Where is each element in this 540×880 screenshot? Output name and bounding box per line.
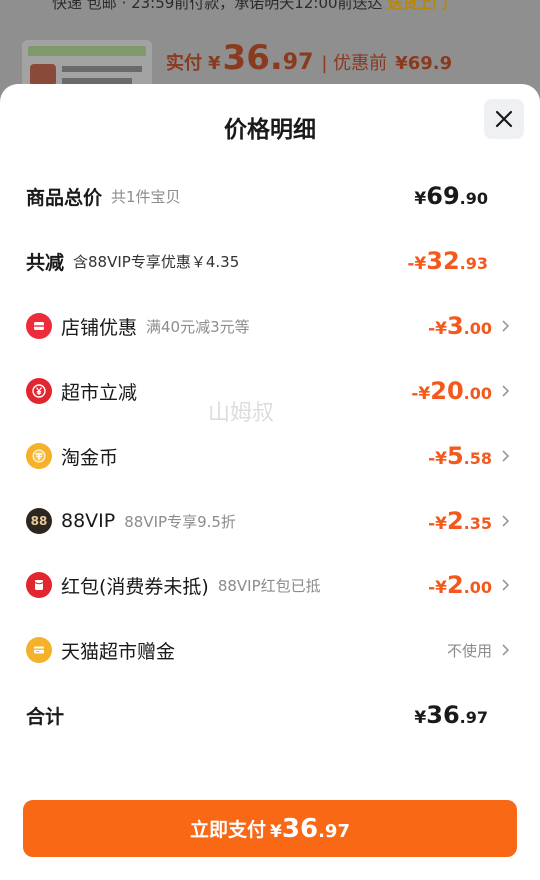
- pay-button-label: 立即支付: [190, 819, 267, 841]
- pay-button-amount: ¥36.97: [270, 813, 350, 844]
- chevron-right-icon: [502, 450, 510, 462]
- before-discount-amount: ¥69.9: [395, 53, 453, 74]
- goods-total-label: 商品总价: [26, 186, 103, 209]
- chevron-right-icon: [502, 515, 510, 527]
- chevron-right-icon: [502, 644, 510, 656]
- store-coupon-icon: [26, 313, 52, 339]
- goods-count-label: 共1件宝贝: [111, 187, 181, 206]
- row-total-reduction: 共减 含88VIP专享优惠￥4.35 -¥ 32.93: [26, 241, 512, 281]
- paid-summary: 实付 ¥ 36. 97 | 优惠前 ¥69.9: [166, 38, 452, 78]
- red-envelope-amount: -¥ 2.00: [428, 571, 492, 599]
- row-88vip[interactable]: 88 88VIP 88VIP专享9.5折 -¥ 2.35: [26, 501, 512, 541]
- market-discount-label: 超市立减: [61, 381, 138, 404]
- reduction-vip-note: 含88VIP专享优惠￥4.35: [73, 252, 240, 271]
- chevron-right-icon: [502, 385, 510, 397]
- sheet-title: 价格明细: [224, 117, 316, 143]
- chevron-right-icon: [502, 579, 510, 591]
- paid-label: 实付: [166, 53, 202, 74]
- shipping-info: 快递 包邮 · 23:59前付款，承诺明天12:00前送达 送货上门: [52, 0, 447, 13]
- chevron-right-icon: [502, 320, 510, 332]
- paid-currency: ¥: [208, 53, 221, 74]
- row-tmall-gift-credit[interactable]: 天猫超市赠金 不使用: [26, 630, 512, 670]
- row-red-envelope[interactable]: 红包(消费券未抵) 88VIP红包已抵 -¥ 2.00: [26, 565, 512, 605]
- pay-now-button[interactable]: 立即支付 ¥36.97: [23, 800, 517, 857]
- gift-credit-status: 不使用: [446, 641, 492, 660]
- sum-amount: ¥36.97: [414, 701, 488, 729]
- row-store-discount[interactable]: 店铺优惠 满40元减3元等 -¥ 3.00: [26, 306, 512, 346]
- vip88-badge-icon: 88: [26, 508, 52, 534]
- watermark: 山姆叔: [208, 401, 275, 426]
- market-discount-amount: -¥ 20.00: [411, 377, 492, 405]
- close-button[interactable]: [484, 99, 524, 139]
- row-goods-total: 商品总价 共1件宝贝 ¥69.90: [26, 176, 512, 216]
- taojinbi-amount: -¥ 5.58: [428, 442, 492, 470]
- row-taojinbi[interactable]: 淘金币 -¥ 5.58: [26, 436, 512, 476]
- gift-credit-label: 天猫超市赠金: [61, 640, 176, 663]
- red-envelope-label: 红包(消费券未抵): [61, 575, 209, 598]
- taojinbi-coin-icon: [26, 443, 52, 469]
- taojinbi-label: 淘金币: [61, 446, 119, 469]
- vip-label: 88VIP: [61, 510, 116, 532]
- paid-amount-dec: 97: [282, 50, 314, 75]
- paid-amount-int: 36.: [222, 38, 283, 78]
- yuan-coin-icon: [26, 378, 52, 404]
- shipping-fast-label: 送货上门: [387, 0, 448, 12]
- red-envelope-icon: [26, 572, 52, 598]
- shipping-text: 快递 包邮 · 23:59前付款，承诺明天12:00前送达: [52, 0, 383, 12]
- row-sum: 合计 ¥36.97: [26, 695, 512, 735]
- before-discount-label: | 优惠前: [321, 53, 388, 74]
- reduction-label: 共减: [26, 251, 65, 274]
- store-discount-label: 店铺优惠: [61, 316, 138, 339]
- price-detail-sheet: 价格明细 商品总价 共1件宝贝 ¥69.90 共减 含88VIP专享优惠￥4.3…: [0, 84, 540, 880]
- goods-total-amount: ¥69.90: [414, 182, 488, 210]
- close-icon: [495, 110, 513, 128]
- reduction-amount: -¥ 32.93: [407, 247, 488, 275]
- vip-discount-amount: -¥ 2.35: [428, 507, 492, 535]
- store-discount-amount: -¥ 3.00: [428, 312, 492, 340]
- gift-card-icon: [26, 637, 52, 663]
- sum-label: 合计: [26, 705, 65, 728]
- store-discount-note: 满40元减3元等: [146, 317, 250, 336]
- vip-note: 88VIP专享9.5折: [124, 512, 236, 531]
- red-envelope-note: 88VIP红包已抵: [217, 576, 321, 595]
